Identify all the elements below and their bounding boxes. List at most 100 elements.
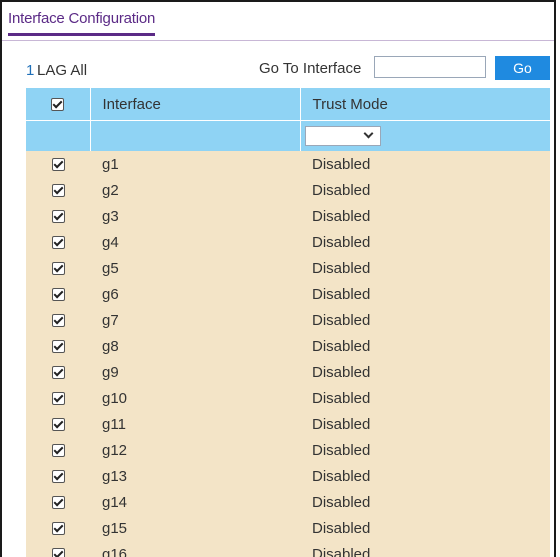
table-row[interactable]: g11 Disabled xyxy=(26,411,550,437)
interface-cell: g2 xyxy=(90,177,300,203)
chevron-down-icon xyxy=(363,128,373,139)
interface-configuration-panel: Interface Configuration 1 LAG All Go To … xyxy=(0,0,556,557)
trust-mode-cell: Disabled xyxy=(300,151,550,177)
interface-column-header[interactable]: Interface xyxy=(89,88,300,121)
row-checkbox[interactable] xyxy=(51,158,65,172)
trust-mode-cell: Disabled xyxy=(300,333,550,359)
filter-empty-cell xyxy=(26,120,90,151)
row-checkbox-cell xyxy=(26,489,90,515)
table-row[interactable]: g1 Disabled xyxy=(26,151,550,177)
row-checkbox-cell xyxy=(26,541,90,557)
interface-cell: g1 xyxy=(90,151,300,177)
go-button[interactable]: Go xyxy=(495,56,550,80)
row-checkbox-cell xyxy=(26,515,90,541)
table-row[interactable]: g12 Disabled xyxy=(26,437,550,463)
interface-cell: g14 xyxy=(90,489,300,515)
trust-mode-cell: Disabled xyxy=(300,307,550,333)
table-row[interactable]: g7 Disabled xyxy=(26,307,550,333)
row-checkbox[interactable] xyxy=(51,392,65,406)
row-checkbox-cell xyxy=(26,411,90,437)
row-checkbox-cell xyxy=(26,385,90,411)
title-bar: Interface Configuration xyxy=(2,2,554,41)
row-checkbox-cell xyxy=(26,203,90,229)
trust-mode-cell: Disabled xyxy=(300,229,550,255)
table-row[interactable]: g14 Disabled xyxy=(26,489,550,515)
row-checkbox-cell xyxy=(26,151,90,177)
row-checkbox[interactable] xyxy=(51,262,65,276)
trust-mode-cell: Disabled xyxy=(300,411,550,437)
interface-cell: g7 xyxy=(90,307,300,333)
row-checkbox-cell xyxy=(26,255,90,281)
table-row[interactable]: g4 Disabled xyxy=(26,229,550,255)
trust-mode-cell: Disabled xyxy=(300,463,550,489)
interface-cell: g16 xyxy=(90,541,300,557)
table-header-row: Interface Trust Mode xyxy=(26,88,550,121)
interface-cell: g10 xyxy=(90,385,300,411)
trust-mode-select[interactable] xyxy=(304,126,381,146)
table-row[interactable]: g16 Disabled xyxy=(26,541,550,557)
trust-mode-cell: Disabled xyxy=(300,203,550,229)
row-checkbox-cell xyxy=(26,463,90,489)
trust-mode-cell: Disabled xyxy=(300,177,550,203)
interface-cell: g15 xyxy=(90,515,300,541)
interface-cell: g5 xyxy=(90,255,300,281)
interface-cell: g9 xyxy=(90,359,300,385)
table-row[interactable]: g2 Disabled xyxy=(26,177,550,203)
trust-mode-cell: Disabled xyxy=(300,489,550,515)
row-checkbox-cell xyxy=(26,437,90,463)
table-row[interactable]: g9 Disabled xyxy=(26,359,550,385)
filter-empty-cell xyxy=(89,120,300,151)
row-checkbox[interactable] xyxy=(51,548,65,557)
table-row[interactable]: g6 Disabled xyxy=(26,281,550,307)
table-row[interactable]: g10 Disabled xyxy=(26,385,550,411)
trust-mode-cell: Disabled xyxy=(300,281,550,307)
row-checkbox[interactable] xyxy=(51,314,65,328)
interface-table: Interface Trust Mode g1 Disabled g2 Disable… xyxy=(26,88,550,557)
interface-cell: g11 xyxy=(90,411,300,437)
trust-mode-cell: Disabled xyxy=(300,255,550,281)
row-checkbox-cell xyxy=(26,333,90,359)
row-checkbox-cell xyxy=(26,229,90,255)
filter-number-link[interactable]: 1 xyxy=(26,62,34,79)
table-row[interactable]: g3 Disabled xyxy=(26,203,550,229)
row-checkbox[interactable] xyxy=(51,470,65,484)
interface-cell: g6 xyxy=(90,281,300,307)
trust-mode-filter-cell xyxy=(299,120,550,151)
row-checkbox[interactable] xyxy=(51,340,65,354)
toolbar: 1 LAG All Go To Interface Go xyxy=(2,54,554,84)
interface-cell: g12 xyxy=(90,437,300,463)
interface-cell: g8 xyxy=(90,333,300,359)
trust-mode-column-header[interactable]: Trust Mode xyxy=(299,88,550,121)
row-checkbox[interactable] xyxy=(51,418,65,432)
trust-mode-cell: Disabled xyxy=(300,385,550,411)
select-all-checkbox[interactable] xyxy=(51,98,65,112)
table-row[interactable]: g13 Disabled xyxy=(26,463,550,489)
row-checkbox[interactable] xyxy=(51,522,65,536)
lag-all-link[interactable]: LAG All xyxy=(37,62,87,79)
go-to-interface-input[interactable] xyxy=(374,56,486,78)
interface-cell: g13 xyxy=(90,463,300,489)
row-checkbox-cell xyxy=(26,307,90,333)
row-checkbox[interactable] xyxy=(51,366,65,380)
row-checkbox[interactable] xyxy=(51,288,65,302)
row-checkbox[interactable] xyxy=(51,210,65,224)
row-checkbox[interactable] xyxy=(51,444,65,458)
table-row[interactable]: g15 Disabled xyxy=(26,515,550,541)
row-checkbox[interactable] xyxy=(51,236,65,250)
row-checkbox[interactable] xyxy=(51,184,65,198)
table-row[interactable]: g5 Disabled xyxy=(26,255,550,281)
trust-mode-cell: Disabled xyxy=(300,515,550,541)
table-row[interactable]: g8 Disabled xyxy=(26,333,550,359)
interface-cell: g3 xyxy=(90,203,300,229)
page-title[interactable]: Interface Configuration xyxy=(8,10,155,36)
select-all-cell xyxy=(26,88,90,121)
row-checkbox[interactable] xyxy=(51,496,65,510)
go-to-interface-label: Go To Interface xyxy=(259,60,362,77)
row-checkbox-cell xyxy=(26,281,90,307)
interface-cell: g4 xyxy=(90,229,300,255)
trust-mode-cell: Disabled xyxy=(300,541,550,557)
row-checkbox-cell xyxy=(26,177,90,203)
filter-row xyxy=(26,120,550,151)
row-checkbox-cell xyxy=(26,359,90,385)
trust-mode-cell: Disabled xyxy=(300,437,550,463)
